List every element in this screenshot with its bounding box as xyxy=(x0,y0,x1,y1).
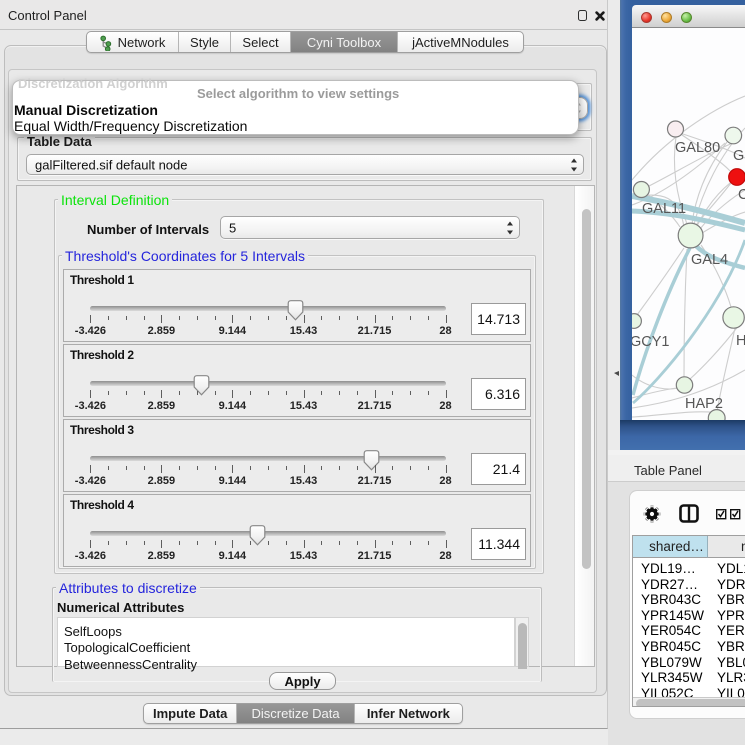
svg-text:GAL11: GAL11 xyxy=(642,201,686,217)
svg-text:GCY1: GCY1 xyxy=(632,334,670,350)
svg-text:G.: G. xyxy=(733,148,745,164)
svg-text:HAP2: HAP2 xyxy=(685,396,723,412)
svg-text:C: C xyxy=(738,187,745,203)
svg-text:H: H xyxy=(736,333,745,349)
svg-text:GAL4: GAL4 xyxy=(691,252,728,268)
svg-text:GAL80: GAL80 xyxy=(675,140,720,156)
